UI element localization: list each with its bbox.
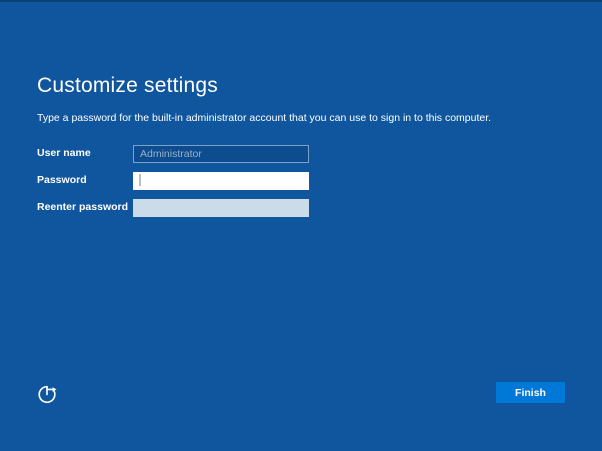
password-row: Password [0, 171, 602, 190]
top-edge-shade [0, 0, 602, 2]
finish-button[interactable]: Finish [496, 382, 565, 403]
page-subtitle: Type a password for the built-in adminis… [37, 112, 492, 124]
reenter-password-field-box [133, 198, 309, 217]
username-label: User name [37, 147, 91, 159]
username-input[interactable] [133, 145, 309, 163]
reenter-password-row: Reenter password [0, 198, 602, 217]
text-cursor [139, 174, 141, 186]
ease-of-access-icon [36, 383, 58, 405]
oobe-customize-settings-screen: { "page": { "title": "Customize settings… [0, 0, 602, 451]
password-label: Password [37, 174, 87, 186]
username-row: User name [0, 144, 602, 163]
page-title: Customize settings [37, 74, 219, 97]
password-input[interactable] [133, 172, 309, 190]
username-field-box [133, 144, 309, 163]
reenter-password-input[interactable] [133, 199, 309, 217]
password-field-box [133, 171, 309, 190]
reenter-password-label: Reenter password [37, 201, 129, 213]
ease-of-access-button[interactable] [33, 380, 60, 407]
